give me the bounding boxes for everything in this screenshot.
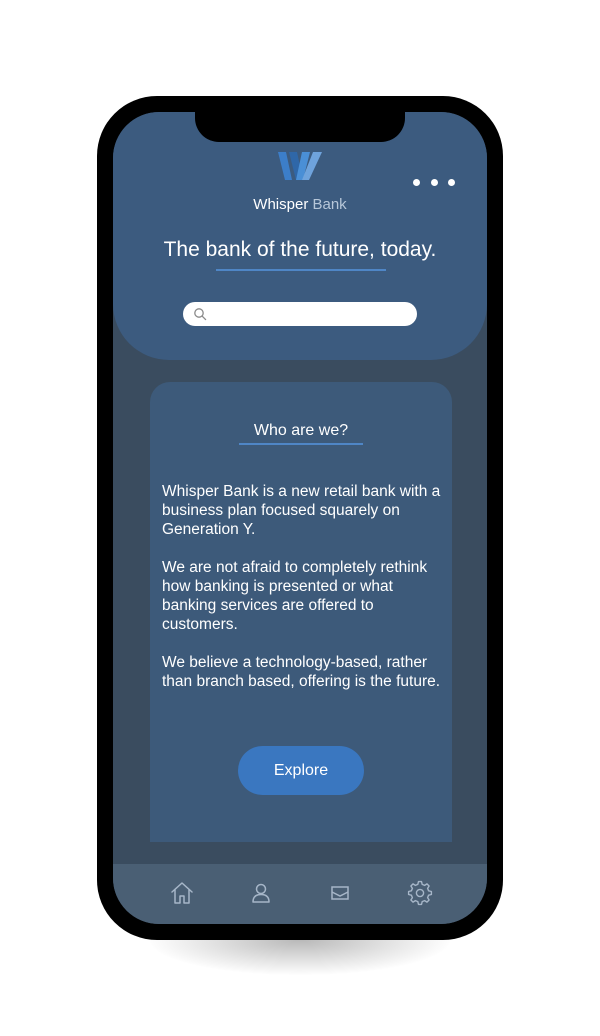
tagline-underline — [216, 269, 386, 271]
user-icon — [252, 883, 270, 903]
bottom-nav — [113, 864, 487, 924]
card-title: Who are we? — [253, 422, 349, 439]
nav-item-home[interactable] — [167, 878, 197, 908]
search-bar[interactable] — [183, 302, 417, 326]
nav-item-messages[interactable] — [325, 878, 355, 908]
app-screen: Whisper Bank The bank of the future, tod… — [113, 112, 487, 924]
brand-name-secondary: Bank — [312, 196, 347, 213]
app-header: Whisper Bank The bank of the future, tod… — [113, 112, 487, 360]
search-input[interactable] — [215, 304, 409, 326]
home-icon — [171, 882, 193, 904]
whisper-bank-logo-icon — [278, 152, 322, 180]
brand-name: Whisper Bank — [113, 196, 487, 213]
more-menu-button[interactable] — [413, 174, 455, 190]
nav-item-settings[interactable] — [405, 878, 435, 908]
phone-frame: Whisper Bank The bank of the future, tod… — [97, 96, 503, 940]
brand-name-primary: Whisper — [253, 196, 309, 213]
search-icon — [194, 308, 207, 321]
explore-button[interactable]: Explore — [238, 746, 364, 795]
about-paragraph-2: We are not afraid to completely rethink … — [162, 559, 428, 633]
more-horizontal-icon — [413, 178, 420, 186]
about-paragraph-3: We believe a technology-based, rather th… — [162, 654, 441, 690]
tagline: The bank of the future, today. — [163, 238, 437, 261]
more-horizontal-icon — [448, 178, 455, 186]
nav-item-profile[interactable] — [246, 878, 276, 908]
about-card: Who are we? Whisper Bank is a new retail… — [150, 382, 452, 842]
mail-icon — [331, 886, 349, 900]
gear-icon — [407, 880, 433, 906]
phone-notch — [195, 112, 405, 142]
about-paragraph-1: Whisper Bank is a new retail bank with a… — [162, 483, 441, 538]
more-horizontal-icon — [430, 178, 438, 186]
card-title-underline — [239, 443, 363, 445]
